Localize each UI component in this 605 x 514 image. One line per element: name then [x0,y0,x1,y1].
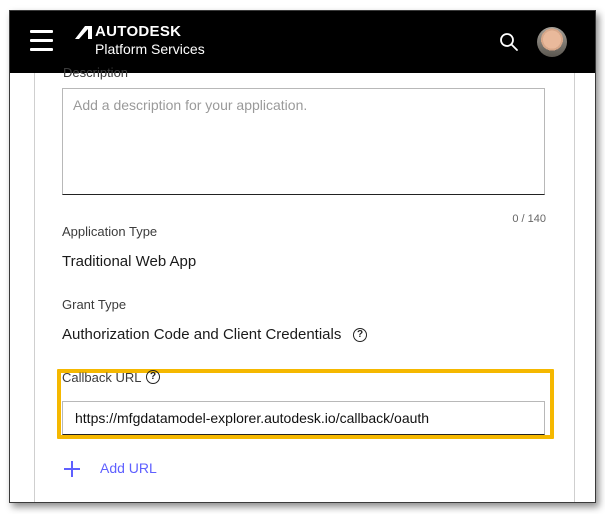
top-bar: AUTODESK Platform Services [10,11,595,73]
search-icon[interactable] [499,32,519,52]
application-form: Description Add a description for your a… [34,65,575,502]
app-window: AUTODESK Platform Services Description A… [9,10,596,503]
grant-type-value: Authorization Code and Client Credential… [62,326,342,343]
avatar[interactable] [537,27,567,57]
menu-icon[interactable] [30,30,53,52]
description-label: Description [63,65,129,80]
autodesk-logo-icon [75,26,92,39]
callback-url-help-icon[interactable]: ? [146,370,160,384]
callback-url-input[interactable]: https://mfgdatamodel-explorer.autodesk.i… [62,401,545,435]
plus-icon [64,461,80,477]
grant-type-help-icon[interactable]: ? [353,328,367,342]
product-name: Platform Services [95,41,205,57]
brand-name: AUTODESK [95,23,182,40]
application-type-label: Application Type [62,224,158,239]
description-char-counter: 0 / 140 [512,213,546,225]
description-placeholder: Add a description for your application. [73,97,308,113]
application-type-value: Traditional Web App [62,253,197,270]
grant-type-label: Grant Type [62,297,127,312]
description-field[interactable]: Add a description for your application. [62,88,545,195]
callback-url-value: https://mfgdatamodel-explorer.autodesk.i… [75,410,430,426]
add-url-label: Add URL [100,460,157,476]
callback-url-label: Callback URL [62,370,142,385]
